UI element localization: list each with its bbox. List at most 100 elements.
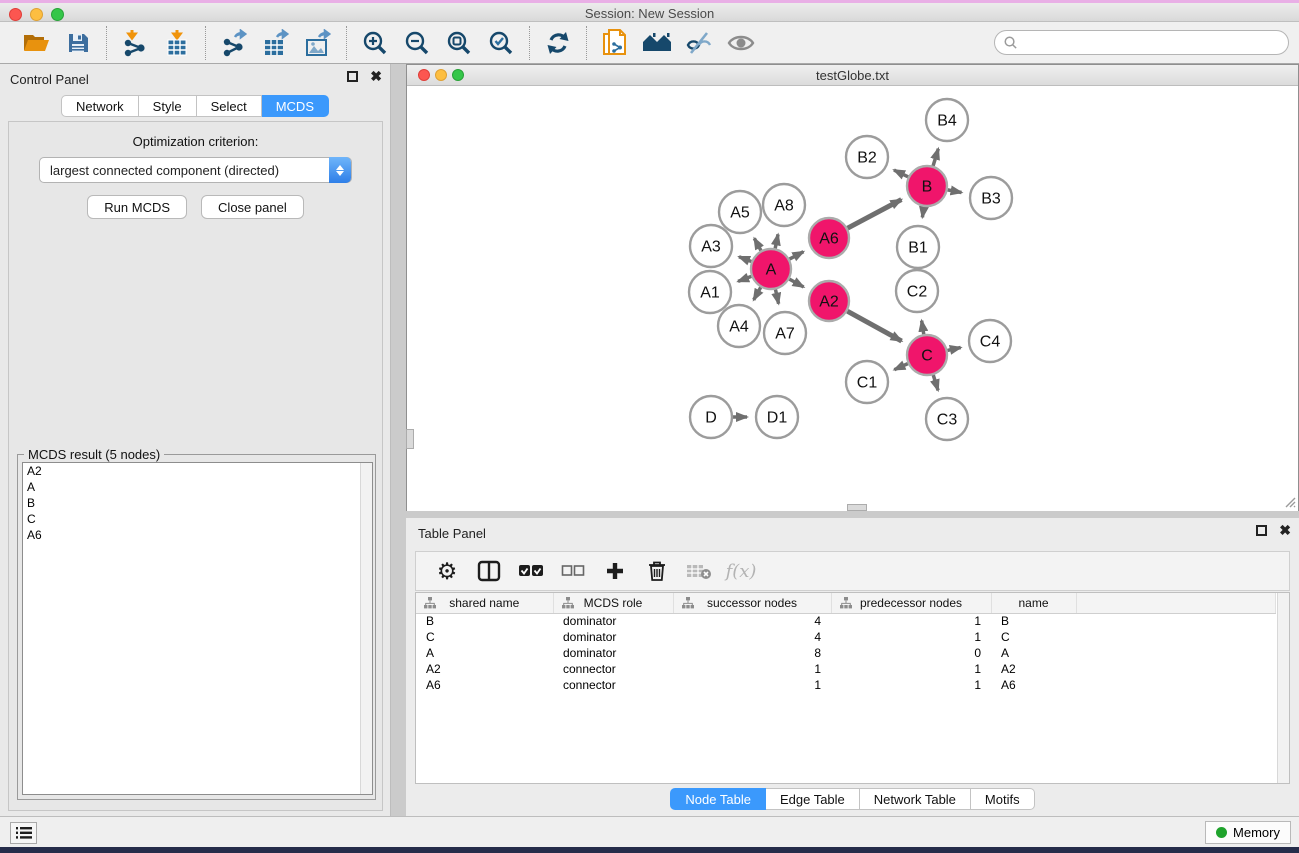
graph-edge-A-A2[interactable] — [789, 279, 803, 287]
close-panel-icon[interactable]: ✖ — [370, 71, 382, 82]
list-icon — [16, 826, 32, 840]
task-history-button[interactable] — [10, 822, 37, 844]
result-list-item[interactable]: C — [23, 511, 372, 527]
hierarchy-icon — [840, 597, 852, 609]
graph-edge-B-B2[interactable] — [894, 170, 908, 177]
delete-column-button[interactable] — [640, 556, 674, 586]
col-mcds-role[interactable]: MCDS role — [553, 593, 673, 613]
table-row[interactable]: A2connector11A2 — [416, 661, 1276, 677]
resize-grip-icon[interactable] — [1282, 494, 1296, 508]
graph-edge-B-B4[interactable] — [933, 149, 938, 166]
import-table-button[interactable] — [159, 27, 195, 59]
table-toolbar: ⚙ — [415, 551, 1290, 591]
memory-button[interactable]: Memory — [1205, 821, 1291, 844]
function-builder-button-disabled[interactable]: f(x) — [724, 556, 758, 586]
graph-edge-A-A4[interactable] — [754, 287, 761, 300]
hierarchy-icon — [424, 597, 436, 609]
home-view-button[interactable] — [639, 27, 675, 59]
col-shared-name[interactable]: shared name — [416, 593, 553, 613]
show-eye-button[interactable] — [723, 27, 759, 59]
search-input[interactable] — [1018, 33, 1288, 53]
open-session-button[interactable] — [18, 27, 54, 59]
tab-mcds[interactable]: MCDS — [262, 95, 329, 117]
graph-node-label-B4: B4 — [937, 113, 957, 130]
apply-layout-button[interactable] — [540, 27, 576, 59]
tab-motifs[interactable]: Motifs — [971, 788, 1035, 810]
result-list-item[interactable]: A6 — [23, 527, 372, 543]
network-graph[interactable]: AA1A2A3A4A5A6A7A8BB1B2B3B4CC1C2C3C4DD1 — [407, 87, 1298, 511]
bottom-splitter-handle[interactable] — [847, 504, 867, 511]
graph-edge-B-B1[interactable] — [922, 207, 924, 218]
graph-node-label-A6: A6 — [819, 231, 839, 248]
zoom-selected-button[interactable] — [483, 27, 519, 59]
graph-edge-A-A1[interactable] — [738, 276, 751, 281]
delete-table-button-disabled[interactable] — [682, 556, 716, 586]
zoom-fit-button[interactable] — [441, 27, 477, 59]
graph-edge-A-A3[interactable] — [739, 257, 751, 262]
table-row[interactable]: Bdominator41B — [416, 613, 1276, 629]
unselect-all-button[interactable] — [556, 556, 590, 586]
save-session-button[interactable] — [60, 27, 96, 59]
table-scrollbar[interactable] — [1277, 593, 1289, 783]
mcds-result-list[interactable]: A2ABCA6 — [22, 462, 373, 795]
hide-glasses-button[interactable] — [681, 27, 717, 59]
select-all-button[interactable] — [514, 556, 548, 586]
add-column-button[interactable] — [598, 556, 632, 586]
result-list-item[interactable]: A — [23, 479, 372, 495]
network-canvas[interactable]: AA1A2A3A4A5A6A7A8BB1B2B3B4CC1C2C3C4DD1 — [407, 87, 1298, 511]
zoom-fit-icon — [446, 30, 472, 56]
graph-edge-C-C2[interactable] — [922, 321, 924, 335]
export-network-button[interactable] — [216, 27, 252, 59]
graph-node-label-D: D — [705, 410, 717, 427]
copy-network-button[interactable] — [597, 27, 633, 59]
float-panel-icon[interactable] — [347, 71, 358, 82]
export-image-button[interactable] — [300, 27, 336, 59]
col-successor-nodes[interactable]: successor nodes — [673, 593, 831, 613]
col-name[interactable]: name — [991, 593, 1076, 613]
tab-select[interactable]: Select — [197, 95, 262, 117]
table-row[interactable]: Cdominator41C — [416, 629, 1276, 645]
graph-node-label-A2: A2 — [819, 294, 839, 311]
optimization-criterion-select[interactable]: largest connected component (directed) — [39, 157, 352, 183]
graph-edge-B-B3[interactable] — [948, 190, 962, 193]
table-float-panel-icon[interactable] — [1256, 525, 1267, 536]
import-table-icon — [165, 29, 189, 57]
table-row[interactable]: Adominator80A — [416, 645, 1276, 661]
table-row[interactable]: A6connector11A6 — [416, 677, 1276, 693]
result-list-item[interactable]: B — [23, 495, 372, 511]
tab-network[interactable]: Network — [61, 95, 139, 117]
graph-edge-A-A8[interactable] — [775, 234, 778, 248]
run-mcds-button[interactable]: Run MCDS — [87, 195, 187, 219]
tab-style[interactable]: Style — [139, 95, 197, 117]
export-table-button[interactable] — [258, 27, 294, 59]
zoom-in-button[interactable] — [357, 27, 393, 59]
zoom-out-button[interactable] — [399, 27, 435, 59]
graph-node-label-D1: D1 — [767, 410, 788, 427]
glasses-slash-icon — [685, 31, 713, 55]
tab-node-table[interactable]: Node Table — [670, 788, 766, 810]
import-network-button[interactable] — [117, 27, 153, 59]
table-settings-button[interactable]: ⚙ — [430, 556, 464, 586]
hierarchy-icon — [682, 597, 694, 609]
tab-edge-table[interactable]: Edge Table — [766, 788, 860, 810]
graph-edge-C-C1[interactable] — [894, 364, 907, 370]
result-list-scrollbar[interactable] — [360, 463, 372, 794]
close-panel-button[interactable]: Close panel — [201, 195, 304, 219]
graph-edge-A-A5[interactable] — [754, 238, 761, 250]
table-close-panel-icon[interactable]: ✖ — [1279, 525, 1291, 536]
graph-edge-A-A6[interactable] — [790, 252, 804, 259]
graph-edge-C-C4[interactable] — [947, 348, 960, 351]
table-header-row: shared name MCDS role successor nodes pr… — [416, 593, 1276, 613]
gear-icon: ⚙ — [437, 560, 458, 583]
left-splitter-handle[interactable] — [406, 429, 414, 449]
tab-network-table[interactable]: Network Table — [860, 788, 971, 810]
col-predecessor-nodes[interactable]: predecessor nodes — [831, 593, 991, 613]
show-columns-button[interactable] — [472, 556, 506, 586]
graph-edge-A2-C[interactable] — [847, 311, 901, 341]
result-list-item[interactable]: A2 — [23, 463, 372, 479]
graph-edge-C-C3[interactable] — [933, 375, 938, 390]
checked-boxes-icon — [518, 563, 544, 579]
graph-edge-A-A7[interactable] — [775, 290, 778, 304]
graph-edge-A6-B[interactable] — [848, 200, 902, 229]
copy-network-icon — [602, 28, 628, 58]
